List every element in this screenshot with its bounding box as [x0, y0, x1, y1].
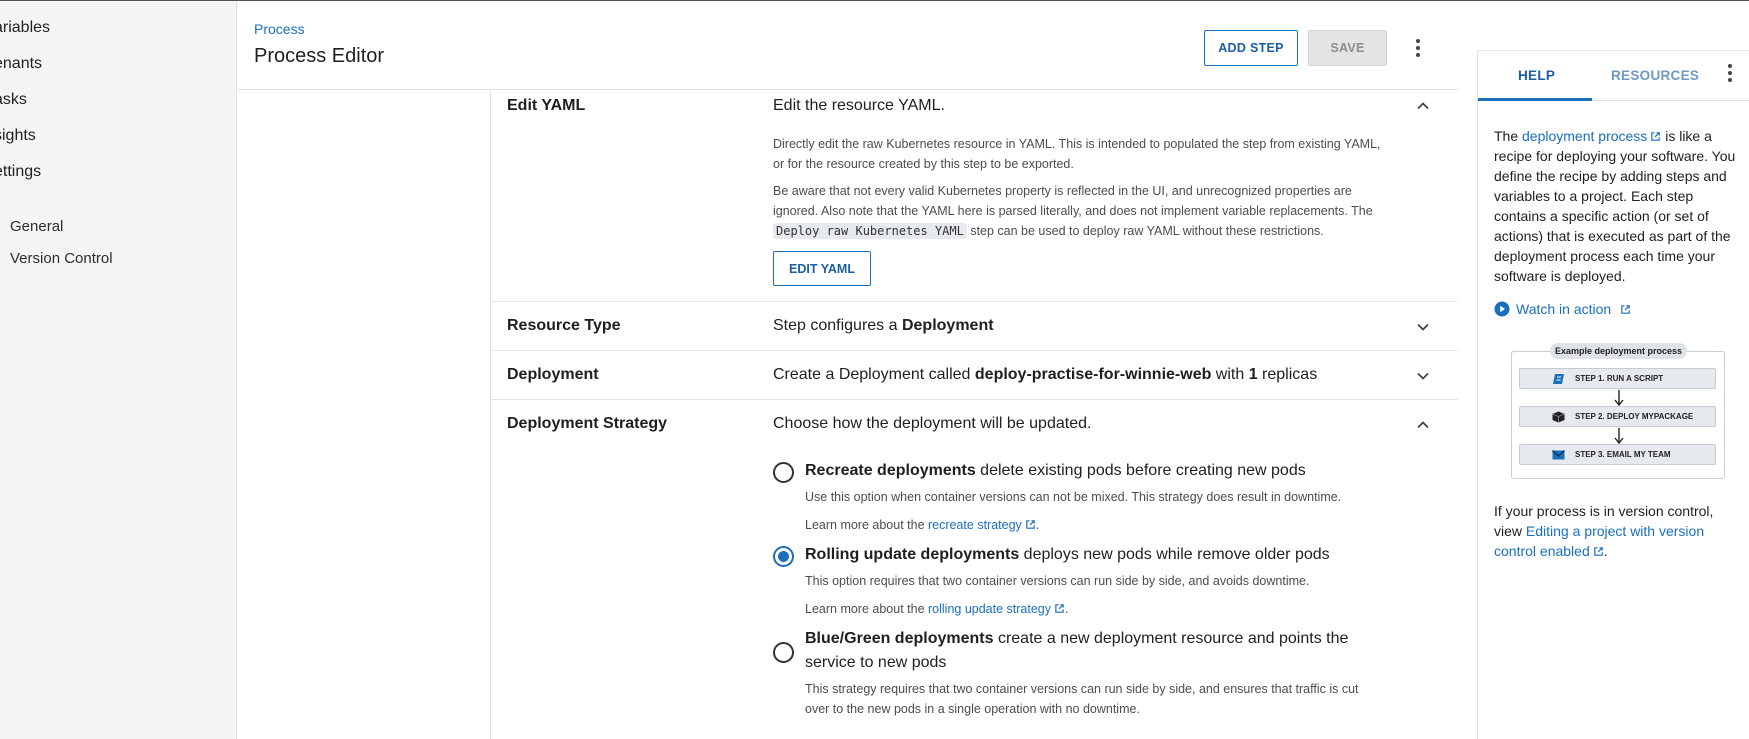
external-link-icon: [1651, 132, 1661, 141]
section-label: Deployment Strategy: [507, 415, 668, 432]
nav-item-insights[interactable]: sights: [0, 127, 36, 145]
chevron-down-icon[interactable]: [1415, 319, 1431, 335]
option-desc-recreate: Use this option when container versions …: [805, 490, 1342, 504]
more-vert-icon[interactable]: [1728, 64, 1732, 82]
main-area: Process Process Editor ADD STEP SAVE Edi…: [238, 0, 1458, 739]
section-summary: Step configures a Deployment: [773, 317, 994, 334]
chevron-up-icon[interactable]: [1415, 417, 1431, 433]
diagram-step: STEP 2. DEPLOY MYPACKAGE: [1519, 406, 1716, 427]
option-title-rolling-update: Rolling update deployments deploys new p…: [805, 546, 1330, 563]
breadcrumb[interactable]: Process: [254, 21, 305, 37]
deployment-process-link[interactable]: deployment process: [1522, 128, 1647, 144]
help-intro: The deployment process is like a recipe …: [1494, 128, 1736, 284]
nav-item-settings[interactable]: ettings: [0, 163, 41, 181]
script-icon: [1553, 374, 1564, 384]
diagram-title: Example deployment process: [1550, 343, 1688, 359]
option-learn-recreate: Learn more about the recreate strategy.: [805, 518, 1040, 532]
section-deployment-strategy: Deployment Strategy Choose how the deplo…: [491, 400, 1458, 739]
section-label: Resource Type: [507, 317, 621, 334]
chevron-down-icon[interactable]: [1415, 368, 1431, 384]
section-resource-type[interactable]: Resource Type Step configures a Deployme…: [491, 302, 1458, 351]
watch-in-action-link[interactable]: Watch in action: [1494, 301, 1631, 317]
section-edit-yaml: Edit YAML Edit the resource YAML. Direct…: [491, 91, 1458, 302]
edit-yaml-button[interactable]: EDIT YAML: [773, 251, 871, 286]
section-label: Edit YAML: [507, 97, 586, 114]
arrow-down-icon: [1614, 428, 1624, 444]
help-panel: HELP RESOURCES The deployment process is…: [1477, 50, 1749, 739]
section-label: Deployment: [507, 366, 599, 383]
package-icon: [1552, 411, 1565, 423]
external-link-icon: [1593, 547, 1603, 556]
option-title-recreate: Recreate deployments delete existing pod…: [805, 462, 1306, 479]
option-desc-blue-green: This strategy requires that two containe…: [805, 682, 1359, 716]
nav-sub-version-control[interactable]: Version Control: [10, 250, 113, 267]
radio-blue-green[interactable]: [773, 642, 794, 663]
tab-resources[interactable]: RESOURCES: [1611, 68, 1699, 83]
watch-in-action-label: Watch in action: [1516, 301, 1612, 317]
edit-yaml-description: Directly edit the raw Kubernetes resourc…: [773, 137, 1381, 171]
recreate-strategy-link[interactable]: recreate strategy: [928, 518, 1022, 532]
radio-rolling-update[interactable]: [773, 546, 794, 567]
window-top-border: [0, 0, 1749, 1]
option-learn-rolling-update: Learn more about the rolling update stra…: [805, 602, 1069, 616]
external-link-icon: [1055, 604, 1064, 613]
example-process-diagram: Example deployment process STEP 1. RUN A…: [1511, 343, 1725, 479]
chevron-up-icon[interactable]: [1415, 98, 1431, 114]
nav-sub-general[interactable]: General: [10, 218, 63, 235]
section-summary: Create a Deployment called deploy-practi…: [773, 366, 1318, 383]
external-link-icon: [1621, 304, 1630, 314]
inline-code: Deploy raw Kubernetes YAML: [773, 223, 967, 239]
diagram-step: STEP 3. EMAIL MY TEAM: [1519, 444, 1716, 465]
email-icon: [1552, 450, 1565, 460]
page-title: Process Editor: [254, 45, 385, 67]
section-summary: Choose how the deployment will be update…: [773, 415, 1092, 432]
version-control-help: If your process is in version control, v…: [1494, 503, 1714, 559]
nav-item-tasks[interactable]: asks: [0, 91, 27, 109]
page-header: Process Process Editor ADD STEP SAVE: [238, 0, 1458, 90]
edit-yaml-warning: Be aware that not every valid Kubernetes…: [773, 184, 1373, 239]
option-desc-rolling-update: This option requires that two container …: [805, 574, 1310, 588]
arrow-down-icon: [1614, 390, 1624, 406]
save-button[interactable]: SAVE: [1308, 30, 1387, 66]
active-tab-indicator: [1478, 98, 1592, 101]
diagram-step: STEP 1. RUN A SCRIPT: [1519, 368, 1716, 389]
add-step-button[interactable]: ADD STEP: [1204, 30, 1298, 66]
radio-recreate[interactable]: [773, 462, 794, 483]
play-circle-icon: [1494, 301, 1510, 317]
section-deployment[interactable]: Deployment Create a Deployment called de…: [491, 351, 1458, 400]
nav-item-tenants[interactable]: enants: [0, 55, 42, 73]
option-title-blue-green: Blue/Green deployments create a new depl…: [805, 630, 1349, 671]
step-editor-content: Edit YAML Edit the resource YAML. Direct…: [490, 91, 1458, 739]
more-vert-icon[interactable]: [1406, 36, 1430, 60]
rolling-update-strategy-link[interactable]: rolling update strategy: [928, 602, 1051, 616]
external-link-icon: [1026, 520, 1035, 529]
section-summary: Edit the resource YAML.: [773, 97, 945, 114]
left-nav: ariables enants asks sights ettings Gene…: [0, 0, 237, 739]
help-tabs: HELP RESOURCES: [1478, 51, 1749, 101]
nav-item-variables[interactable]: ariables: [0, 19, 50, 37]
tab-help[interactable]: HELP: [1518, 68, 1555, 83]
